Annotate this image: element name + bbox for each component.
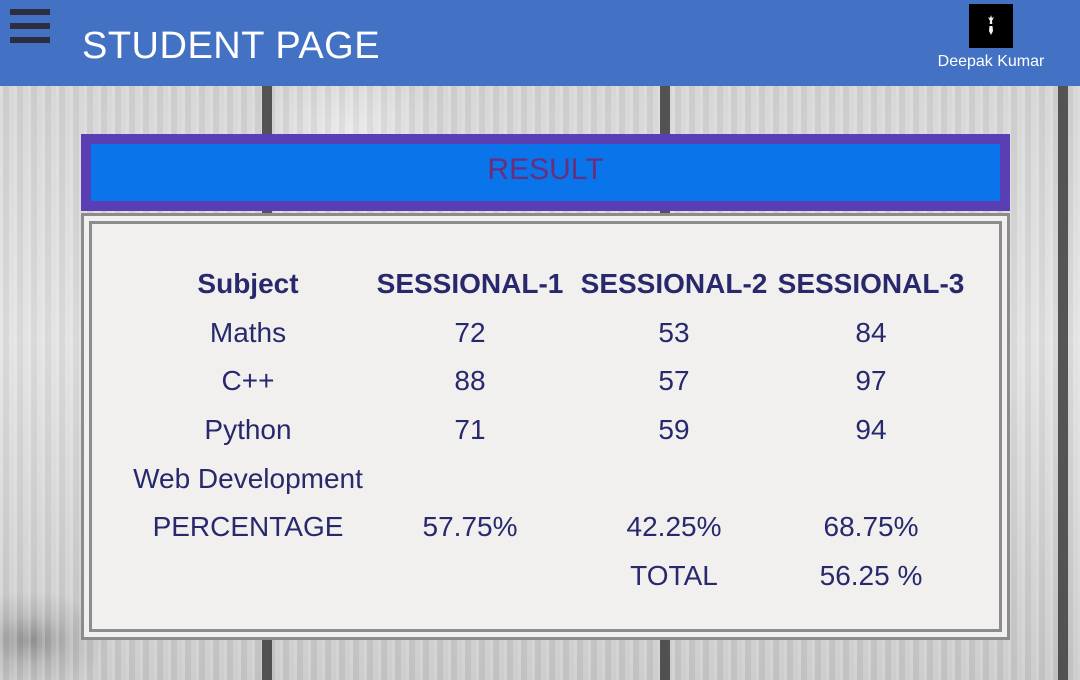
subject-name: Maths: [209, 316, 287, 348]
percentage-row: PERCENTAGE 57.75% 42.25% 68.75%: [128, 503, 966, 552]
sessional-3-percentage: 68.75%: [823, 511, 919, 543]
column-header-sessional-2: SESSIONAL-2: [580, 268, 768, 300]
subject-name: Web Development: [133, 462, 363, 494]
result-panel: Subject SESSIONAL-1 SESSIONAL-2 SESSIONA…: [81, 213, 1010, 640]
sessional-2-score: 53: [658, 316, 690, 348]
sessional-3-score: 97: [855, 365, 887, 397]
sessional-3-score: 84: [855, 316, 887, 348]
sessional-3-score: [776, 454, 966, 503]
sessional-1-score: 88: [454, 365, 486, 397]
results-table: Subject SESSIONAL-1 SESSIONAL-2 SESSIONA…: [128, 260, 966, 600]
table-row: C++ 88 57 97: [128, 357, 966, 406]
table-row: Python 71 59 94: [128, 406, 966, 455]
sessional-1-score: 72: [454, 316, 486, 348]
result-panel-frame: Subject SESSIONAL-1 SESSIONAL-2 SESSIONA…: [89, 221, 1002, 632]
sessional-2-score: 57: [658, 365, 690, 397]
user-profile[interactable]: Deepak Kumar: [926, 4, 1056, 72]
total-spacer: [128, 552, 368, 601]
total-row: TOTAL 56.25 %: [128, 552, 966, 601]
total-value: 56.25 %: [819, 559, 923, 591]
user-avatar-icon[interactable]: [969, 4, 1013, 48]
column-header-subject: Subject: [197, 268, 299, 300]
sessional-3-score: 94: [855, 414, 887, 446]
result-title: RESULT: [487, 153, 604, 186]
table-header-row: Subject SESSIONAL-1 SESSIONAL-2 SESSIONA…: [128, 260, 966, 309]
table-row: Maths 72 53 84: [128, 309, 966, 358]
table-row: Web Development: [128, 454, 966, 503]
sessional-2-score: [572, 454, 776, 503]
page-title: STUDENT PAGE: [82, 25, 381, 67]
percentage-label: PERCENTAGE: [152, 511, 344, 543]
total-spacer: [368, 552, 572, 601]
sessional-2-score: 59: [658, 414, 690, 446]
column-header-sessional-1: SESSIONAL-1: [376, 268, 564, 300]
sessional-1-percentage: 57.75%: [422, 511, 518, 543]
hamburger-menu-icon[interactable]: [10, 9, 50, 43]
result-banner: RESULT: [81, 134, 1010, 211]
total-label: TOTAL: [630, 559, 718, 591]
sessional-1-score: 71: [454, 414, 486, 446]
subject-name: C++: [221, 365, 275, 397]
subject-name: Python: [204, 414, 292, 446]
top-header: STUDENT PAGE Deepak Kumar: [0, 0, 1080, 86]
column-header-sessional-3: SESSIONAL-3: [777, 268, 965, 300]
user-name: Deepak Kumar: [937, 53, 1045, 70]
sessional-1-score: [368, 454, 572, 503]
sessional-2-percentage: 42.25%: [626, 511, 722, 543]
result-banner-inner: RESULT: [88, 141, 1003, 204]
